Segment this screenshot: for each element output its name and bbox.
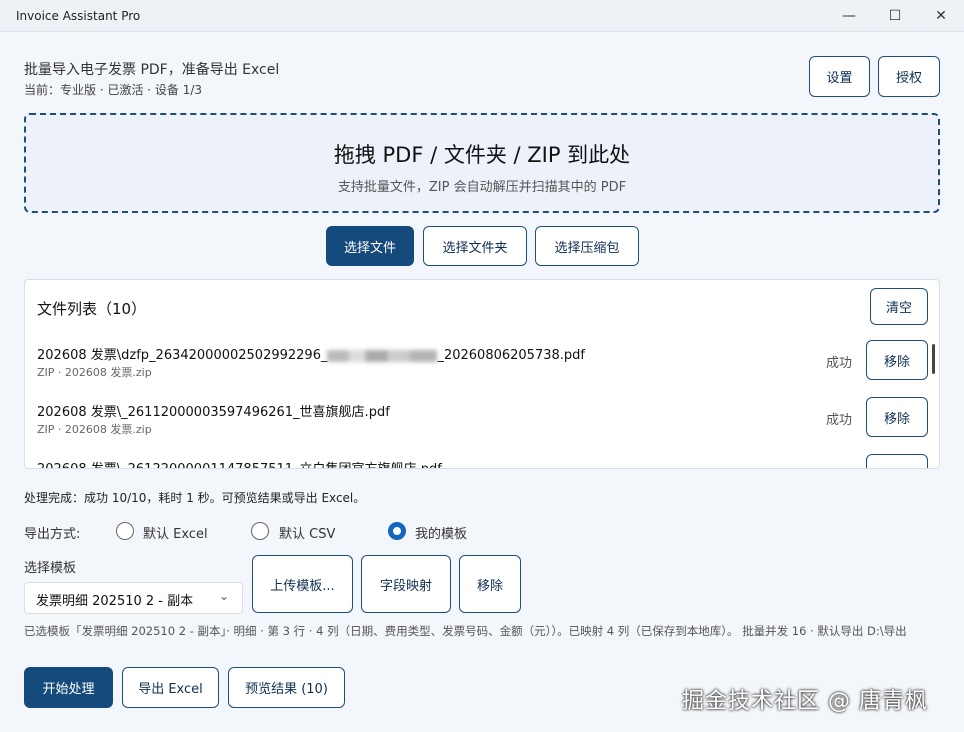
radio-default-excel[interactable] bbox=[116, 522, 134, 540]
redacted-text bbox=[327, 349, 438, 362]
license-button[interactable]: 授权 bbox=[878, 56, 940, 97]
radio-my-template[interactable] bbox=[388, 522, 406, 540]
minimize-button[interactable]: — bbox=[826, 0, 872, 32]
upload-template-button[interactable]: 上传模板... bbox=[252, 555, 353, 613]
clear-button[interactable]: 清空 bbox=[870, 288, 928, 325]
select-folder-button[interactable]: 选择文件夹 bbox=[423, 226, 527, 266]
page-subtitle: 批量导入电子发票 PDF，准备导出 Excel bbox=[24, 62, 280, 78]
field-mapping-button[interactable]: 字段映射 bbox=[361, 555, 451, 613]
radio-default-csv[interactable] bbox=[251, 522, 269, 540]
export-mode-label: 导出方式: bbox=[24, 527, 81, 542]
file-source: ZIP · 202608 发票.zip bbox=[37, 423, 152, 436]
remove-template-button[interactable]: 移除 bbox=[459, 555, 521, 613]
select-files-button[interactable]: 选择文件 bbox=[326, 226, 414, 266]
template-select[interactable]: 发票明细 202510 2 - 副本 ⌄ bbox=[24, 582, 243, 614]
remove-file-button[interactable]: 移除 bbox=[866, 454, 928, 468]
remove-file-button[interactable]: 移除 bbox=[866, 397, 928, 437]
file-name: 202608 发票\dzfp_26342000002502992296_ _202… bbox=[37, 348, 585, 363]
settings-button[interactable]: 设置 bbox=[809, 56, 870, 97]
radio-default-excel-label[interactable]: 默认 Excel bbox=[143, 523, 208, 542]
drop-zone-title: 拖拽 PDF / 文件夹 / ZIP 到此处 bbox=[333, 143, 631, 167]
template-select-value: 发票明细 202510 2 - 副本 bbox=[36, 594, 194, 609]
title-bar: Invoice Assistant Pro — ☐ ✕ bbox=[0, 0, 964, 32]
template-info: 已选模板「发票明细 202510 2 - 副本」· 明细 · 第 3 行 · 4… bbox=[24, 624, 907, 638]
radio-my-template-label[interactable]: 我的模板 bbox=[415, 523, 467, 542]
file-status: 成功 bbox=[826, 356, 853, 371]
remove-file-button[interactable]: 移除 bbox=[866, 340, 928, 380]
preview-results-button[interactable]: 预览结果 (10) bbox=[228, 667, 345, 708]
file-list-title: 文件列表（10） bbox=[37, 300, 147, 318]
file-name: 202608 发票\_26112000003597496261_世喜旗舰店.pd… bbox=[37, 405, 390, 420]
template-label: 选择模板 bbox=[24, 561, 77, 576]
export-excel-button[interactable]: 导出 Excel bbox=[122, 667, 219, 708]
file-name: 202608 发票\_26122000001147857511_立白集团官方旗舰… bbox=[37, 458, 442, 468]
window-title: Invoice Assistant Pro bbox=[16, 9, 141, 23]
file-list-scrollbar[interactable] bbox=[932, 344, 935, 374]
file-source: ZIP · 202608 发票.zip bbox=[37, 366, 152, 379]
radio-default-csv-label[interactable]: 默认 CSV bbox=[279, 523, 335, 542]
file-status: 成功 bbox=[826, 464, 852, 468]
close-button[interactable]: ✕ bbox=[918, 0, 964, 32]
chevron-down-icon: ⌄ bbox=[219, 589, 230, 603]
process-status: 处理完成：成功 10/10，耗时 1 秒。可预览结果或导出 Excel。 bbox=[24, 491, 366, 505]
license-status: 当前：专业版 · 已激活 · 设备 1/3 bbox=[24, 83, 203, 97]
file-list-panel: 文件列表（10） 清空 202608 发票\dzfp_2634200000250… bbox=[24, 279, 940, 469]
select-zip-button[interactable]: 选择压缩包 bbox=[535, 226, 639, 266]
start-processing-button[interactable]: 开始处理 bbox=[24, 667, 113, 708]
watermark-text: 掘金技术社区 @ 唐青枫 bbox=[682, 689, 928, 714]
drop-zone-hint: 支持批量文件，ZIP 会自动解压并扫描其中的 PDF bbox=[337, 180, 627, 195]
drop-zone[interactable]: 拖拽 PDF / 文件夹 / ZIP 到此处 支持批量文件，ZIP 会自动解压并… bbox=[24, 113, 940, 213]
maximize-button[interactable]: ☐ bbox=[872, 0, 918, 32]
file-status: 成功 bbox=[826, 413, 853, 428]
